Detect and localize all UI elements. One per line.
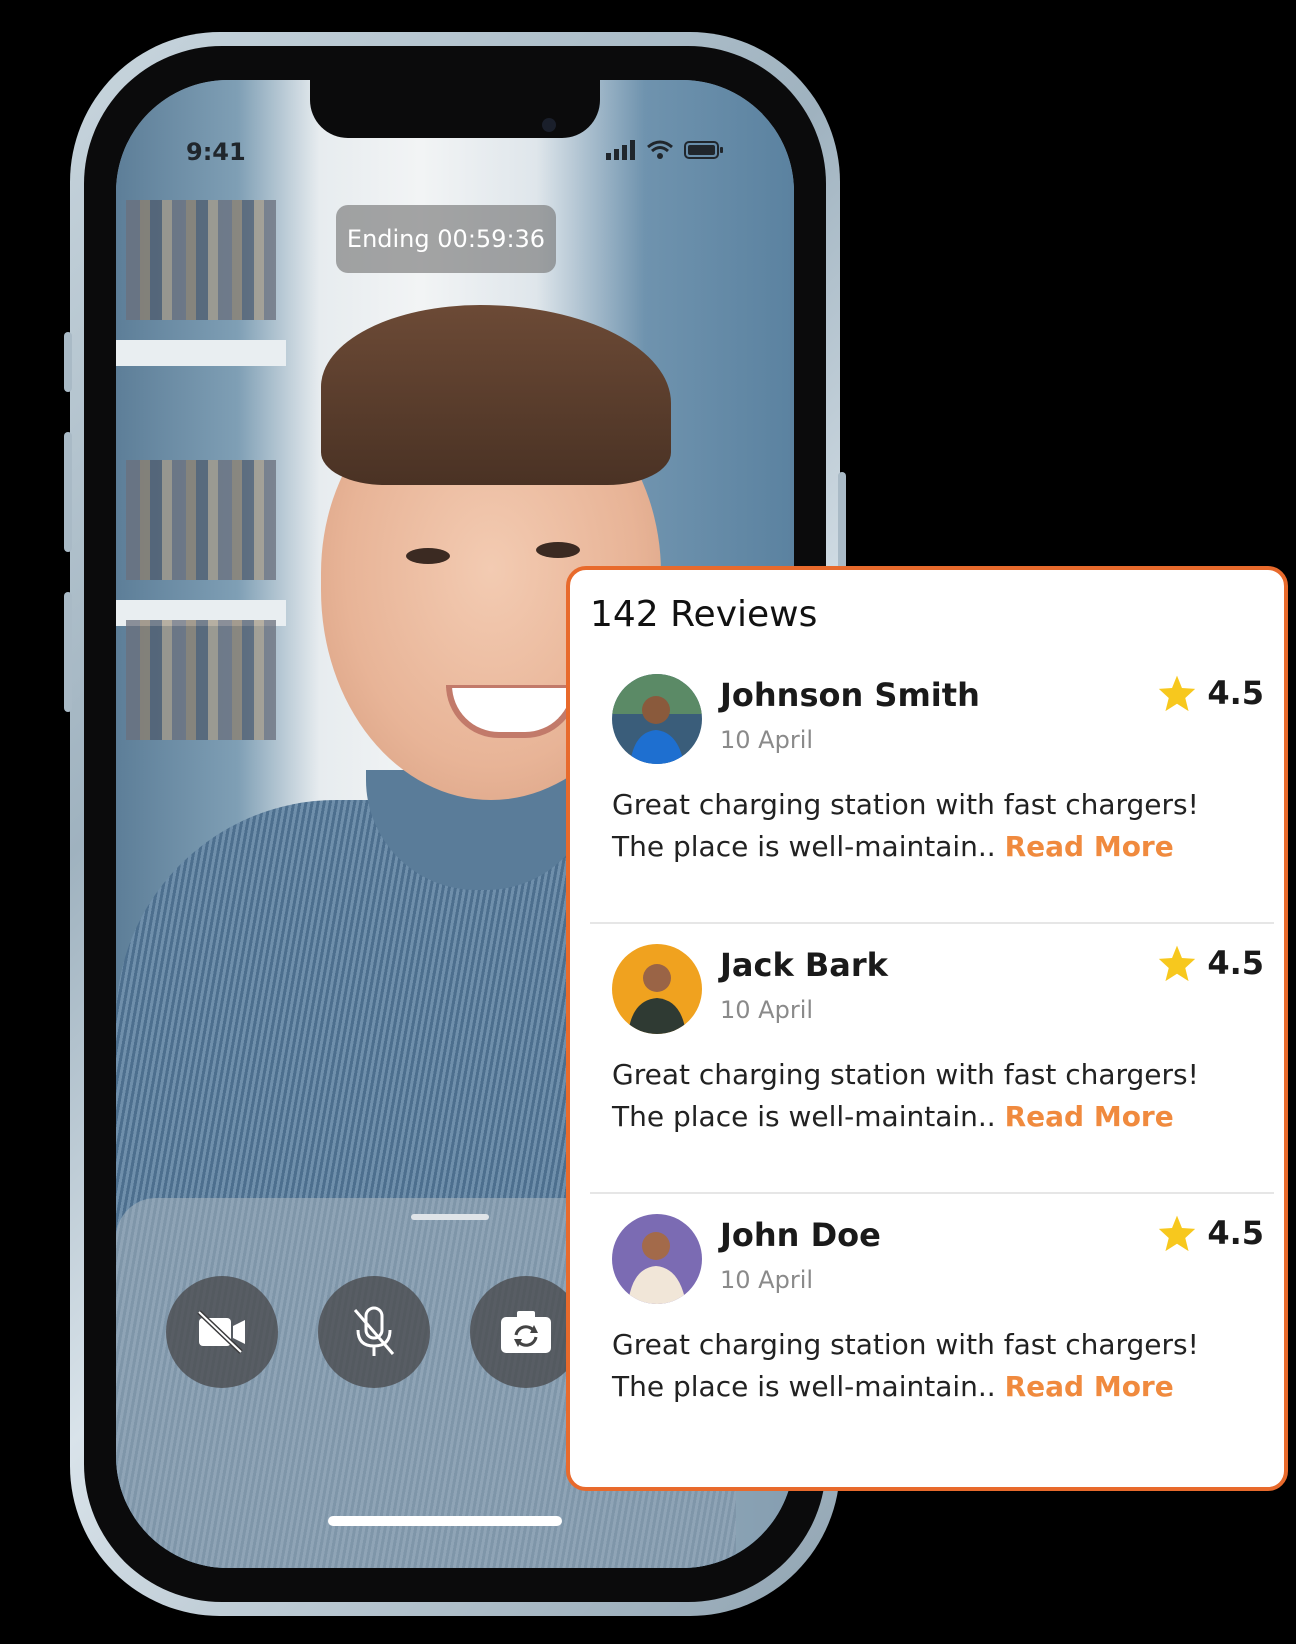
review-text-line2: The place is well-maintain.. Read More — [612, 826, 1252, 868]
review-text: Great charging station with fast charger… — [612, 1054, 1252, 1138]
review-item: Johnson Smith 10 April 4.5 Great chargin… — [590, 654, 1274, 924]
review-text-line2: The place is well-maintain.. Read More — [612, 1096, 1252, 1138]
star-icon — [1159, 1215, 1196, 1252]
star-icon — [1159, 945, 1196, 982]
reviews-title: 142 Reviews — [590, 594, 818, 635]
home-indicator[interactable] — [328, 1516, 562, 1526]
review-rating: 4.5 — [1157, 944, 1264, 982]
review-text: Great charging station with fast charger… — [612, 784, 1252, 868]
review-item: Jack Bark 10 April 4.5 Great charging st… — [590, 924, 1274, 1194]
battery-icon — [684, 141, 723, 159]
avatar — [612, 1214, 702, 1304]
star-icon — [1159, 675, 1196, 712]
caller-eye — [406, 548, 450, 564]
mic-off-icon — [353, 1306, 395, 1356]
review-text-line: Great charging station with fast charger… — [612, 1328, 1199, 1361]
call-timer-label: Ending — [346, 225, 430, 253]
avatar — [612, 944, 702, 1034]
signal-icon — [606, 140, 635, 160]
rating-value: 4.5 — [1207, 944, 1264, 982]
read-more-link[interactable]: Read More — [1005, 1100, 1174, 1133]
notch — [310, 80, 600, 138]
rating-value: 4.5 — [1207, 674, 1264, 712]
review-text-line: Great charging station with fast charger… — [612, 788, 1199, 821]
volume-up-button — [64, 432, 72, 552]
camera-rotate-icon — [501, 1311, 551, 1353]
review-date: 10 April — [720, 726, 814, 754]
bookshelf-books — [126, 620, 276, 740]
bookshelf-books — [126, 460, 276, 580]
video-off-icon — [197, 1310, 245, 1354]
review-text-line: The place is well-maintain.. — [612, 1370, 996, 1403]
review-text-line2: The place is well-maintain.. Read More — [612, 1366, 1252, 1408]
reviewer-name: John Doe — [720, 1216, 881, 1254]
rating-value: 4.5 — [1207, 1214, 1264, 1252]
bookshelf-shelf — [116, 340, 286, 366]
status-icons — [606, 140, 724, 160]
review-text-line: Great charging station with fast charger… — [612, 1058, 1199, 1091]
call-timer-value: 00:59:36 — [437, 225, 546, 253]
status-time: 9:41 — [186, 138, 246, 166]
reviewer-name: Johnson Smith — [720, 676, 980, 714]
drag-handle[interactable] — [411, 1214, 489, 1220]
call-timer: Ending 00:59:36 — [336, 205, 556, 273]
review-text-line: The place is well-maintain.. — [612, 830, 996, 863]
reviewer-name: Jack Bark — [720, 946, 888, 984]
review-date: 10 April — [720, 1266, 814, 1294]
review-date: 10 April — [720, 996, 814, 1024]
read-more-link[interactable]: Read More — [1005, 830, 1174, 863]
mute-button[interactable] — [318, 1276, 430, 1388]
review-text: Great charging station with fast charger… — [612, 1324, 1252, 1408]
reviews-card: 142 Reviews Johnson Smith 10 April 4.5 G… — [566, 566, 1288, 1491]
avatar — [612, 674, 702, 764]
bookshelf-books — [126, 200, 276, 320]
review-item: John Doe 10 April 4.5 Great charging sta… — [590, 1194, 1274, 1464]
camera-off-button[interactable] — [166, 1276, 278, 1388]
caller-eye — [536, 542, 580, 558]
review-rating: 4.5 — [1157, 1214, 1264, 1252]
volume-down-button — [64, 592, 72, 712]
read-more-link[interactable]: Read More — [1005, 1370, 1174, 1403]
front-camera — [542, 118, 556, 132]
review-text-line: The place is well-maintain.. — [612, 1100, 996, 1133]
review-rating: 4.5 — [1157, 674, 1264, 712]
wifi-icon — [647, 140, 673, 159]
side-button — [64, 332, 72, 392]
